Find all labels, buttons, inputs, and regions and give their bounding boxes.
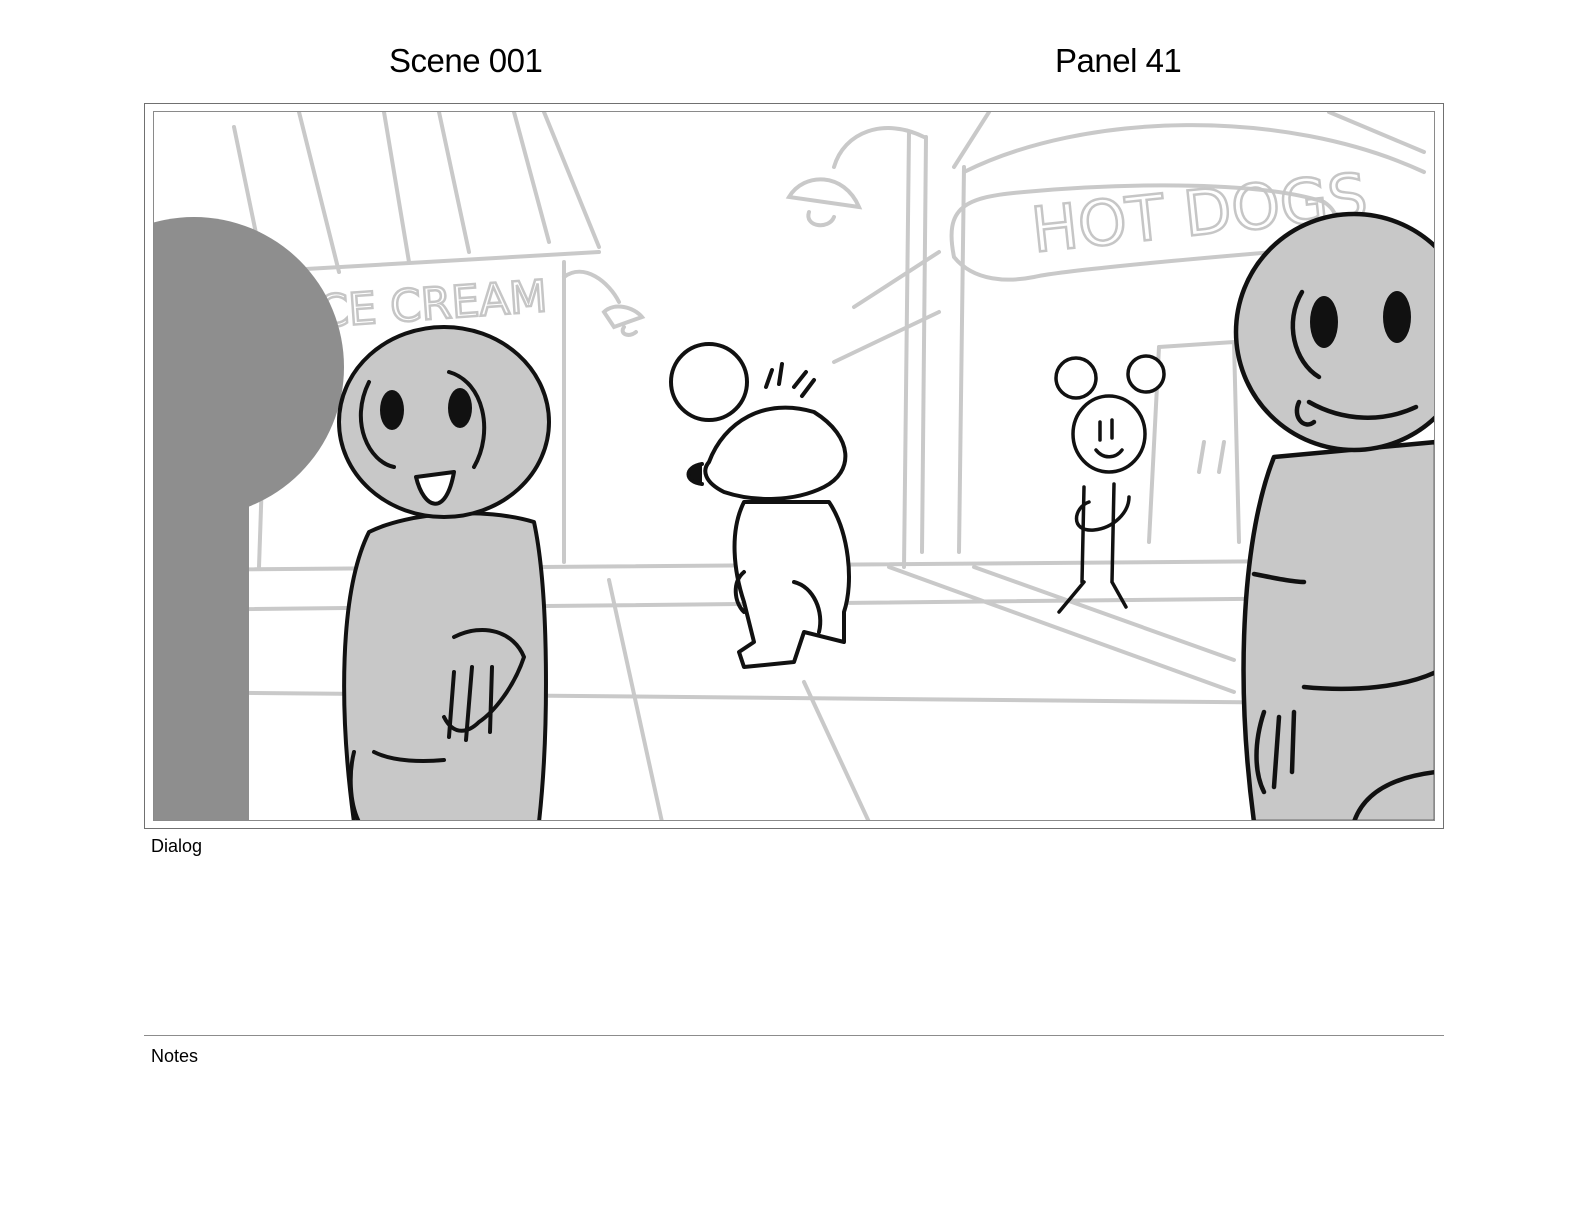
character-talking xyxy=(337,325,551,820)
panel-sketch: CE CREAM HOT DOGS xyxy=(154,112,1434,820)
notes-divider xyxy=(144,1035,1444,1036)
character-right-edge xyxy=(1233,211,1434,820)
scene-number: Scene 001 xyxy=(389,42,543,79)
storyboard-frame: CE CREAM HOT DOGS xyxy=(144,103,1444,829)
notes-label: Notes xyxy=(151,1046,199,1066)
foreground-silhouette-left xyxy=(154,217,344,820)
panel-number: Panel 41 xyxy=(1055,42,1182,79)
dialog-label: Dialog xyxy=(151,836,203,856)
mouse-character-back xyxy=(669,342,851,669)
panel-drawing: CE CREAM HOT DOGS xyxy=(153,111,1435,821)
mouse-character-standing xyxy=(1054,354,1166,614)
